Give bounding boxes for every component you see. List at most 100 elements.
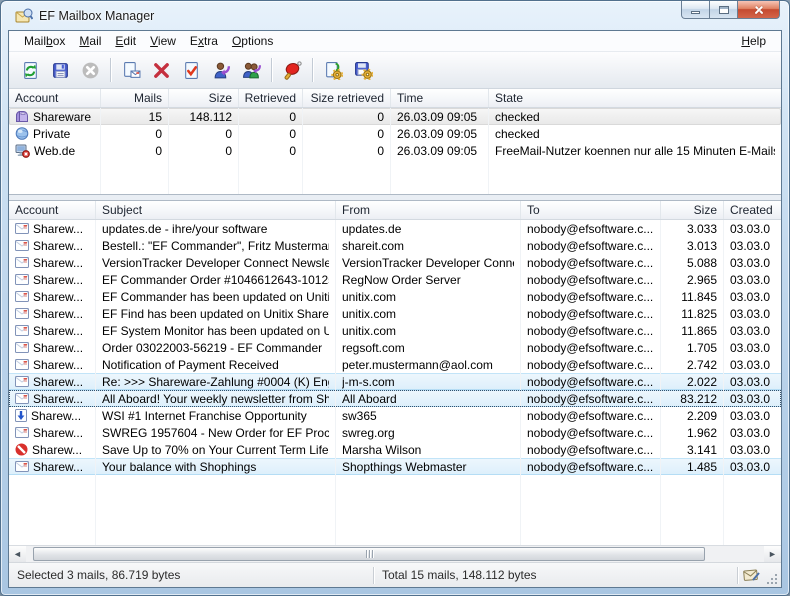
column-header-state[interactable]: State xyxy=(489,89,781,107)
cell-from: shareit.com xyxy=(336,237,521,254)
envelope-icon xyxy=(15,223,29,234)
cell-size-retrieved xyxy=(303,176,391,193)
close-button[interactable] xyxy=(738,1,780,19)
ping-button[interactable] xyxy=(278,56,306,84)
mail-row[interactable] xyxy=(9,509,781,526)
mail-row[interactable]: Sharew...VersionTracker Developer Connec… xyxy=(9,254,781,271)
column-header-retrieved[interactable]: Retrieved xyxy=(239,89,303,107)
mail-row[interactable]: Sharew...Re: >>> Shareware-Zahlung #0004… xyxy=(9,373,781,390)
minimize-button[interactable] xyxy=(681,1,710,19)
mail-row[interactable]: Sharew...Order 03022003-56219 - EF Comma… xyxy=(9,339,781,356)
resize-grip[interactable] xyxy=(764,571,778,585)
cell-created: 03.03.0 xyxy=(724,237,781,254)
save-button[interactable] xyxy=(46,56,74,84)
toolbar-separator xyxy=(271,58,272,82)
column-header-account[interactable]: Account xyxy=(9,201,96,219)
scrollbar-thumb[interactable] xyxy=(33,547,705,561)
column-header-size[interactable]: Size xyxy=(169,89,239,107)
mail-row[interactable]: Sharew...SWREG 1957604 - New Order for E… xyxy=(9,424,781,441)
maximize-button[interactable] xyxy=(710,1,738,19)
mail-row[interactable]: Sharew...EF Find has been updated on Uni… xyxy=(9,305,781,322)
reply-button[interactable] xyxy=(207,56,235,84)
horizontal-scrollbar[interactable]: ◄ ► xyxy=(9,545,781,562)
column-header-to[interactable]: To xyxy=(521,201,661,219)
mail-row[interactable]: Sharew...EF Commander Order #1046612643-… xyxy=(9,271,781,288)
export-button[interactable] xyxy=(349,56,377,84)
mail-row[interactable]: Sharew...Notification of Payment Receive… xyxy=(9,356,781,373)
cell-created: 03.03.0 xyxy=(724,288,781,305)
cell-to xyxy=(521,526,661,543)
toolbar-separator xyxy=(110,58,111,82)
cell-to: nobody@efsoftware.c... xyxy=(521,254,661,271)
mail-row[interactable]: Sharew...Save Up to 70% on Your Current … xyxy=(9,441,781,458)
cell-subject xyxy=(96,526,336,543)
menu-item-help[interactable]: Help xyxy=(734,32,773,50)
column-header-size[interactable]: Size xyxy=(661,201,724,219)
title-bar[interactable]: EF Mailbox Manager xyxy=(1,1,789,30)
cell-size: 11.845 xyxy=(661,288,724,305)
column-header-from[interactable]: From xyxy=(336,201,521,219)
delete-mail-button[interactable] xyxy=(147,56,175,84)
column-header-account[interactable]: Account xyxy=(9,89,101,107)
redirect-button[interactable] xyxy=(237,56,265,84)
cell-account: Private xyxy=(9,125,101,142)
envelope-icon xyxy=(15,342,29,353)
scroll-right-button[interactable]: ► xyxy=(764,546,781,562)
cell-state: checked xyxy=(489,108,781,125)
stop-button[interactable] xyxy=(76,56,104,84)
cell-size: 3.141 xyxy=(661,441,724,458)
view-mail-button[interactable] xyxy=(117,56,145,84)
cell-created: 03.03.0 xyxy=(724,441,781,458)
cell-account: Sharew... xyxy=(9,458,96,475)
mail-row[interactable]: Sharew...EF System Monitor has been upda… xyxy=(9,322,781,339)
menu-item-edit[interactable]: Edit xyxy=(108,32,143,50)
cell-mails xyxy=(101,193,169,194)
menu-item-mailbox[interactable]: Mailbox xyxy=(17,32,72,50)
column-header-created[interactable]: Created xyxy=(724,201,781,219)
cell-account xyxy=(9,526,96,543)
cell-subject: Save Up to 70% on Your Current Term Life… xyxy=(96,441,336,458)
column-header-size-retrieved[interactable]: Size retrieved xyxy=(303,89,391,107)
mail-row[interactable] xyxy=(9,526,781,543)
mail-row[interactable] xyxy=(9,475,781,492)
mail-row[interactable]: Sharew...WSI #1 Internet Franchise Oppor… xyxy=(9,407,781,424)
cell-from: unitix.com xyxy=(336,305,521,322)
mail-row[interactable]: Sharew...All Aboard! Your weekly newslet… xyxy=(9,390,781,407)
column-header-subject[interactable]: Subject xyxy=(96,201,336,219)
view-mail-icon xyxy=(122,61,141,80)
cell-created: 03.03.0 xyxy=(724,407,781,424)
cell-size: 0 xyxy=(169,125,239,142)
cell-size xyxy=(661,475,724,492)
column-header-mails[interactable]: Mails xyxy=(101,89,169,107)
account-row[interactable]: Shareware15148.1120026.03.09 09:05checke… xyxy=(9,108,781,125)
mail-row[interactable]: Sharew...Your balance with ShophingsShop… xyxy=(9,458,781,475)
mail-row[interactable]: Sharew...updates.de - ihre/your software… xyxy=(9,220,781,237)
mark-mail-button[interactable] xyxy=(177,56,205,84)
scroll-left-button[interactable]: ◄ xyxy=(9,546,26,562)
cell-subject: WSI #1 Internet Franchise Opportunity xyxy=(96,407,336,424)
cell-from: Shopthings Webmaster xyxy=(336,458,521,475)
account-row[interactable]: Web.de000026.03.09 09:05FreeMail-Nutzer … xyxy=(9,142,781,159)
account-row[interactable] xyxy=(9,193,781,194)
cell-account xyxy=(9,475,96,492)
scrollbar-track[interactable] xyxy=(26,546,764,562)
menu-item-mail[interactable]: Mail xyxy=(72,32,108,50)
import-button[interactable] xyxy=(319,56,347,84)
mail-row[interactable]: Sharew...EF Commander has been updated o… xyxy=(9,288,781,305)
mail-row[interactable]: Sharew...Bestell.: "EF Commander", Fritz… xyxy=(9,237,781,254)
cell-size: 1.705 xyxy=(661,339,724,356)
cell-state: checked xyxy=(489,125,781,142)
menu-item-view[interactable]: View xyxy=(143,32,183,50)
mail-row[interactable] xyxy=(9,492,781,509)
check-mailboxes-button[interactable] xyxy=(16,56,44,84)
account-row[interactable] xyxy=(9,176,781,193)
cell-mails: 0 xyxy=(101,142,169,159)
account-row[interactable] xyxy=(9,159,781,176)
cell-from: Marsha Wilson xyxy=(336,441,521,458)
menu-item-options[interactable]: Options xyxy=(225,32,280,50)
cell-created: 03.03.0 xyxy=(724,254,781,271)
cell-to: nobody@efsoftware.c... xyxy=(521,237,661,254)
column-header-time[interactable]: Time xyxy=(391,89,489,107)
menu-item-extra[interactable]: Extra xyxy=(183,32,225,50)
account-row[interactable]: Private000026.03.09 09:05checked xyxy=(9,125,781,142)
